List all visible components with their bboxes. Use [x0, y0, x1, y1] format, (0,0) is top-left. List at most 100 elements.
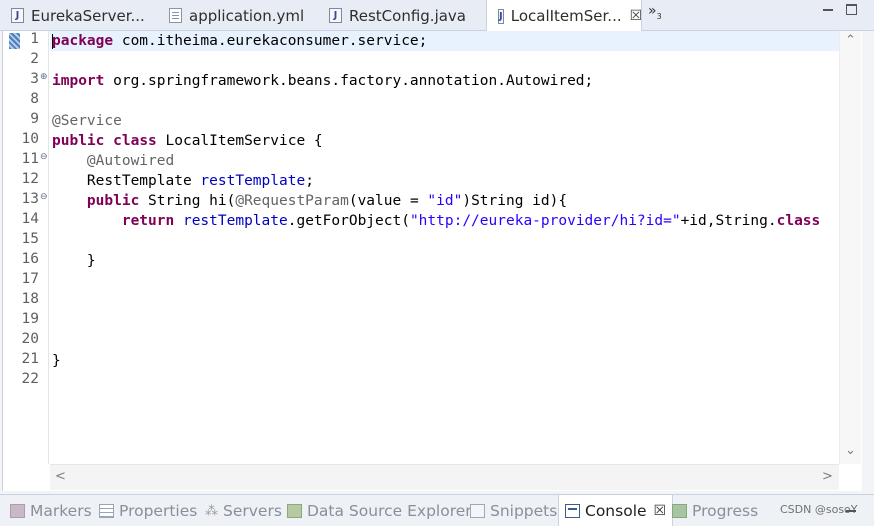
code-text: ;: [305, 173, 314, 189]
tab-label: Markers: [30, 502, 92, 520]
tab-local-item-service[interactable]: J LocalItemSer... ☒: [486, 0, 642, 32]
code-text: org.springframework.beans.factory.annota…: [104, 73, 594, 89]
tab-label: Snippets: [490, 502, 558, 520]
code-text: )String id){: [462, 193, 568, 209]
code-text: String hi(: [139, 193, 236, 209]
keyword: public: [52, 133, 105, 149]
line-number: 13: [21, 191, 39, 207]
code-text-area[interactable]: package com.itheima.eurekaconsumer.servi…: [52, 31, 839, 464]
progress-icon: [672, 504, 687, 518]
annotation: @Service: [52, 113, 122, 129]
java-file-icon: J: [11, 8, 24, 23]
tab-servers[interactable]: ⁂ Servers: [205, 495, 282, 526]
line-number: 8: [30, 91, 39, 107]
tab-label: EurekaServer...: [31, 6, 145, 25]
tab-rest-config[interactable]: J RestConfig.java: [318, 0, 486, 31]
scroll-up-icon[interactable]: ⌃: [845, 33, 856, 48]
fold-collapse-icon[interactable]: ⊖: [40, 152, 48, 162]
line-number: 3: [30, 71, 39, 87]
code-line: public class LocalItemService {: [52, 131, 323, 151]
close-icon[interactable]: ☒: [630, 8, 643, 24]
tab-eureka-server[interactable]: J EurekaServer...: [0, 0, 158, 31]
line-number: 21: [21, 351, 39, 367]
code-line: package com.itheima.eurekaconsumer.servi…: [52, 31, 427, 51]
line-number: 15: [21, 231, 39, 247]
scroll-right-icon[interactable]: >: [822, 469, 833, 484]
tab-data-source-explorer[interactable]: Data Source Explorer: [287, 495, 472, 526]
line-number: 17: [21, 271, 39, 287]
code-text: RestTemplate: [86, 173, 201, 189]
minimize-icon[interactable]: [846, 510, 856, 512]
tab-progress[interactable]: Progress: [672, 495, 758, 526]
editor-tab-bar: J EurekaServer... application.yml J Rest…: [0, 0, 874, 32]
tab-snippets[interactable]: Snippets: [470, 495, 557, 526]
code-text: .getForObject(: [287, 213, 410, 229]
line-number: 18: [21, 291, 39, 307]
code-line: RestTemplate restTemplate;: [52, 171, 314, 191]
tab-label: application.yml: [189, 6, 305, 25]
tab-label: LocalItemSer...: [510, 7, 622, 25]
code-line: public String hi(@RequestParam(value = "…: [52, 191, 567, 211]
tab-label: RestConfig.java: [349, 6, 466, 25]
line-number-gutter: 1 2 3 ⊕ 8 9 10 11 ⊖ 12 13 ⊖ 14 15 16 17 …: [3, 31, 49, 464]
scroll-left-icon[interactable]: <: [55, 469, 66, 484]
maximize-icon[interactable]: [846, 4, 857, 15]
tab-properties[interactable]: Properties: [99, 495, 197, 526]
line-number: 14: [21, 211, 39, 227]
code-text: }: [52, 353, 61, 369]
code-text: LocalItemService {: [156, 133, 323, 149]
tab-overflow-button[interactable]: »3: [648, 3, 662, 21]
tab-label: Properties: [119, 502, 198, 520]
line-number: 20: [21, 331, 39, 347]
fold-expand-icon[interactable]: ⊕: [40, 72, 48, 82]
line-number: 22: [21, 371, 39, 387]
tab-console[interactable]: Console ☒: [558, 495, 674, 526]
tab-label: Data Source Explorer: [307, 502, 472, 520]
overflow-count: 3: [656, 11, 662, 21]
vertical-scrollbar[interactable]: ⌃ ⌄: [839, 31, 861, 464]
code-line: @Autowired: [52, 151, 174, 171]
annotation: @Autowired: [86, 153, 175, 169]
close-icon[interactable]: ☒: [654, 503, 667, 519]
text-caret: [52, 34, 53, 49]
string-literal: "http://eureka-provider/hi?id=": [409, 213, 681, 229]
tab-markers[interactable]: Markers: [10, 495, 92, 526]
servers-icon: ⁂: [205, 504, 218, 519]
keyword: class: [776, 213, 821, 229]
snippets-icon: [470, 504, 485, 518]
code-line: }: [52, 251, 96, 271]
string-literal: "id": [427, 193, 463, 209]
line-number: 10: [21, 131, 39, 147]
overflow-chevron-icon: »: [648, 3, 657, 19]
code-text: (value =: [348, 193, 428, 209]
line-number: 16: [21, 251, 39, 267]
tab-label: Servers: [223, 502, 282, 520]
fold-collapse-icon[interactable]: ⊖: [40, 192, 48, 202]
line-number: 11: [21, 151, 39, 167]
properties-icon: [99, 504, 114, 518]
minimize-icon[interactable]: [823, 9, 833, 11]
tab-label: Progress: [692, 502, 759, 520]
field-name: restTemplate: [182, 213, 288, 229]
line-number: 1: [30, 31, 39, 47]
keyword: import: [52, 73, 105, 89]
code-line: import org.springframework.beans.factory…: [52, 71, 593, 91]
horizontal-scrollbar[interactable]: < >: [50, 464, 839, 490]
line-number: 2: [30, 51, 39, 67]
code-line: }: [52, 351, 61, 371]
keyword: package: [52, 33, 114, 49]
code-editor[interactable]: 1 2 3 ⊕ 8 9 10 11 ⊖ 12 13 ⊖ 14 15 16 17 …: [2, 31, 862, 491]
keyword: class: [113, 133, 157, 149]
scroll-down-icon[interactable]: ⌄: [845, 443, 856, 458]
yml-file-icon: [169, 8, 182, 23]
console-icon: [565, 504, 580, 518]
line-number: 9: [30, 111, 39, 127]
line-number: 12: [21, 171, 39, 187]
code-text: com.itheima.eurekaconsumer.service;: [113, 33, 428, 49]
markers-icon: [10, 504, 25, 518]
tab-application-yml[interactable]: application.yml: [158, 0, 318, 31]
field-name: restTemplate: [200, 173, 306, 189]
keyword: public: [86, 193, 140, 209]
java-file-icon: J: [329, 8, 342, 23]
line-number: 19: [21, 311, 39, 327]
